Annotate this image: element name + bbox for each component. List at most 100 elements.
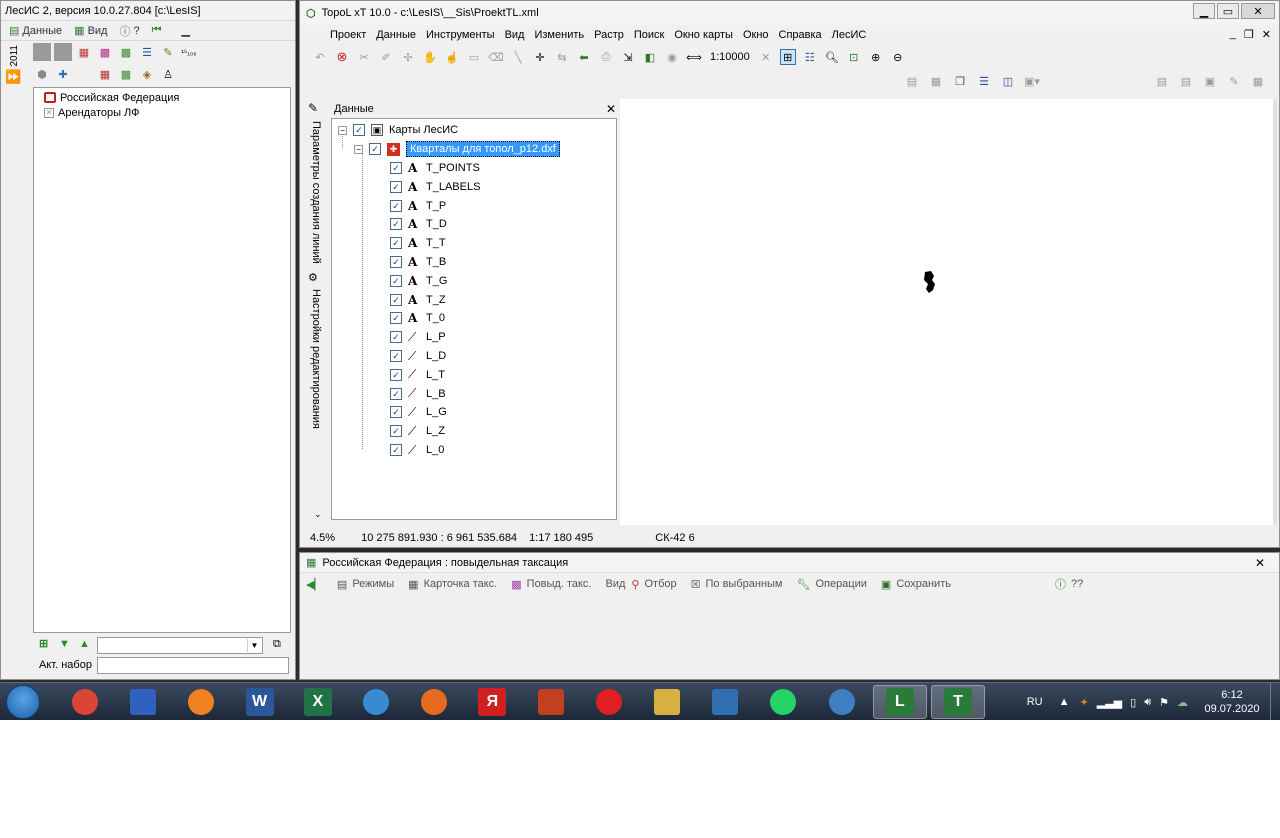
collapse-icon[interactable]: − <box>354 144 363 154</box>
first-record-icon[interactable]: ⏮ <box>148 24 166 37</box>
checkbox[interactable]: ✓ <box>390 406 402 419</box>
tool-help[interactable]: ⓘ?? <box>1055 576 1083 592</box>
lesis-menu-info[interactable]: ⓘ? <box>115 23 143 39</box>
checkbox[interactable]: ✓ <box>390 199 402 212</box>
table-icon[interactable]: ▤ <box>903 72 921 90</box>
taskbar-app[interactable] <box>582 685 636 719</box>
checkbox[interactable]: ✓ <box>390 387 402 400</box>
layers-icon[interactable]: ◧ <box>642 49 658 65</box>
checkbox[interactable]: ✓ <box>390 180 402 193</box>
checkbox[interactable]: ✓ <box>390 218 402 231</box>
checkbox[interactable]: ✓ <box>390 350 402 362</box>
layer-row[interactable]: ✓ ⟋ L_D <box>390 347 446 365</box>
map-color-icon[interactable]: ▦ <box>96 65 114 83</box>
checkbox[interactable]: ✓ <box>390 331 402 344</box>
tool-filter[interactable]: ⚲ Отбор <box>631 578 676 591</box>
select-cross-icon[interactable]: ✕ <box>758 49 774 65</box>
map-scrollbar[interactable] <box>1273 99 1277 525</box>
taskbar-app[interactable]: Я <box>465 685 519 719</box>
undo-icon[interactable]: ↶ <box>312 49 328 65</box>
list-icon[interactable]: ☰ <box>138 43 156 61</box>
arrow-up-icon[interactable]: ▲ <box>79 638 90 650</box>
checkbox[interactable]: ✓ <box>369 143 381 155</box>
arrow-down-icon[interactable]: ▼ <box>59 638 70 650</box>
checkbox[interactable]: ✓ <box>390 237 402 250</box>
map-green-icon[interactable]: ▩ <box>117 65 135 83</box>
taskbar-app[interactable] <box>698 685 752 719</box>
stamp-icon[interactable]: ◈ <box>138 65 156 83</box>
back-arrow-icon[interactable]: ⬅ <box>576 49 592 65</box>
tile-vertical-icon[interactable]: ◫ <box>999 72 1017 90</box>
add-node-icon[interactable]: ✚ <box>54 65 72 83</box>
scale-bar-icon[interactable]: ⟺ <box>686 49 702 65</box>
menu-project[interactable]: Проект <box>330 29 366 41</box>
ruler-icon[interactable]: ▭ <box>466 49 482 65</box>
taskbar-app[interactable] <box>58 685 112 719</box>
menu-map-window[interactable]: Окно карты <box>674 29 733 41</box>
tool-card[interactable]: ▦ Карточка такс. <box>408 578 497 591</box>
clock[interactable]: 6:12 09.07.2020 <box>1194 688 1270 716</box>
layer-row[interactable]: ✓ A T_0 <box>390 309 445 327</box>
checkbox[interactable]: ✓ <box>390 274 402 287</box>
menu-lesis[interactable]: ЛесИС <box>832 29 867 41</box>
eye-icon[interactable]: ◉ <box>664 49 680 65</box>
menu-window[interactable]: Окно <box>743 29 769 41</box>
menu-view[interactable]: Вид <box>505 29 525 41</box>
numbers-icon[interactable]: ¹⁵₁₀₆ <box>180 43 198 61</box>
checkbox[interactable]: ✓ <box>390 162 402 174</box>
doc3-icon[interactable]: ▣ <box>1201 72 1219 90</box>
taskbar-app[interactable] <box>407 685 461 719</box>
taskbar-app[interactable] <box>116 685 170 719</box>
grid-gray-icon[interactable] <box>33 43 51 61</box>
sync-icon[interactable]: ☁ <box>1177 696 1188 709</box>
lang-indicator[interactable]: RU <box>1027 696 1043 708</box>
cascade-icon[interactable]: ❐ <box>951 72 969 90</box>
lesis-menu-view[interactable]: ▦ Вид <box>70 24 111 38</box>
close-icon[interactable]: ✕ <box>1241 3 1275 19</box>
close-icon[interactable]: ✕ <box>1255 556 1265 570</box>
volume-icon[interactable]: 🔊︎ <box>1144 696 1151 709</box>
set-combo[interactable]: ▼ <box>97 637 263 654</box>
tree-view-icon[interactable]: ⊞ <box>779 49 796 65</box>
cancel-icon[interactable]: ⊗ <box>334 49 350 65</box>
brush-icon[interactable]: ✐ <box>378 49 394 65</box>
play-icon[interactable]: ⏩ <box>5 69 25 85</box>
checkbox[interactable]: ✓ <box>390 444 402 456</box>
pan-hand-icon[interactable]: ✋ <box>422 49 438 65</box>
legend-icon[interactable]: ☷ <box>802 49 818 65</box>
line-tool-icon[interactable]: ╲ <box>510 49 526 65</box>
layer-row[interactable]: ✓ A T_G <box>390 272 447 290</box>
checkbox[interactable]: ✓ <box>390 293 402 306</box>
layer-row[interactable]: ✓ ⟋ L_P <box>390 328 446 346</box>
window-list-icon[interactable]: ▣▾ <box>1023 72 1041 90</box>
grid-green-icon[interactable]: ▩ <box>117 43 135 61</box>
add-green-icon[interactable]: ⊞ <box>39 637 48 650</box>
tray-app-icon[interactable]: ✦ <box>1080 696 1089 709</box>
maximize-icon[interactable]: ▭ <box>1217 3 1239 19</box>
tool-view[interactable]: Вид <box>606 578 626 590</box>
layer-row[interactable]: ✓ A T_POINTS <box>390 159 480 177</box>
tree-node-tenants[interactable]: ✕ Арендаторы ЛФ <box>34 105 290 120</box>
hand-edit-icon[interactable]: ☝ <box>444 49 460 65</box>
zoom-out-icon[interactable]: ⊖ <box>890 49 906 65</box>
tool-selected[interactable]: ☒ По выбранным <box>691 578 783 591</box>
flag-icon[interactable]: ⚑ <box>1159 696 1169 709</box>
layer-row[interactable]: ✓ A T_T <box>390 234 446 252</box>
tree-node-icon[interactable]: ⬢ <box>33 65 51 83</box>
tab-edit-settings[interactable]: Настройки редактирования <box>310 289 322 429</box>
filter-person-icon[interactable]: ♙ <box>159 65 177 83</box>
checkbox[interactable]: ✓ <box>390 256 402 268</box>
lesis-menu-data[interactable]: ▤ Данные <box>5 24 66 38</box>
taskbar-app[interactable] <box>756 685 810 719</box>
doc-icon[interactable]: ▤ <box>1153 72 1171 90</box>
mdi-minimize-icon[interactable]: _ <box>1230 28 1236 41</box>
taskbar-app[interactable]: X <box>291 685 345 719</box>
tool-per-plot[interactable]: ▩ Повыд. такс. <box>511 578 591 591</box>
tile-horizontal-icon[interactable]: ☰ <box>975 72 993 90</box>
layer-root[interactable]: − ✓ ▣ Карты ЛесИС <box>338 121 458 139</box>
layer-group[interactable]: − ✓ ✚ Кварталы для топол_p12.dxf <box>354 140 560 158</box>
mdi-restore-icon[interactable]: ❐ <box>1244 28 1254 41</box>
table2-icon[interactable]: ▦ <box>927 72 945 90</box>
taskbar-app[interactable]: W <box>233 685 287 719</box>
menu-raster[interactable]: Растр <box>594 29 624 41</box>
